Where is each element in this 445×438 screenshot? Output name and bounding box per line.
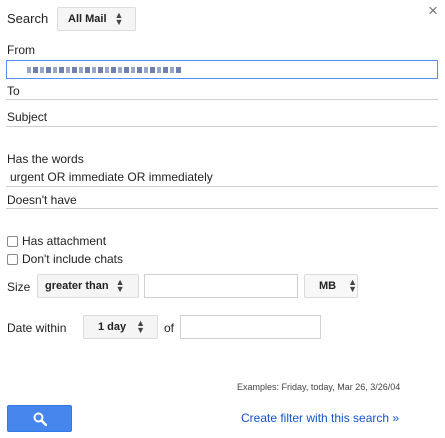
to-label: To [7,84,20,98]
has-attachment-label[interactable]: Has attachment [22,234,106,248]
search-scope-select[interactable]: All Mail ▲ ▼ [57,7,136,31]
size-operator-select[interactable]: greater than ▲ ▼ [37,274,139,298]
subject-input[interactable] [6,126,438,127]
search-label: Search [7,11,49,26]
from-input[interactable] [6,60,438,79]
size-unit-select[interactable]: MB ▲ ▼ [304,274,358,298]
date-within-value: 1 day [98,321,127,333]
from-label: From [7,43,35,57]
search-scope-value: All Mail [68,13,107,25]
create-filter-link[interactable]: Create filter with this search » [241,411,399,425]
subject-label: Subject [7,110,48,124]
updown-arrows-icon: ▲ ▼ [136,318,146,335]
has-words-value: urgent OR immediate OR immediately [10,170,213,184]
dont-include-chats-label[interactable]: Don't include chats [22,252,123,266]
has-words-input[interactable]: urgent OR immediate OR immediately [6,167,438,187]
redacted-email-value [27,67,182,73]
of-label: of [164,321,175,335]
date-examples-hint: Examples: Friday, today, Mar 26, 3/26/04 [237,382,401,392]
size-operator-value: greater than [45,280,109,292]
date-of-input[interactable] [180,315,321,339]
dont-include-chats-checkbox[interactable] [7,254,18,265]
doesnt-have-label: Doesn't have [7,193,77,207]
has-words-label: Has the words [7,152,84,166]
search-icon [33,412,47,426]
close-icon[interactable]: × [428,1,438,21]
date-within-select[interactable]: 1 day ▲ ▼ [83,315,158,339]
has-attachment-checkbox[interactable] [7,236,18,247]
date-within-label: Date within [7,321,67,335]
size-unit-value: MB [319,280,337,292]
size-value-input[interactable] [144,274,298,298]
updown-arrows-icon: ▲ ▼ [348,277,358,294]
doesnt-have-input[interactable] [6,208,438,209]
search-button[interactable] [7,405,72,432]
updown-arrows-icon: ▲ ▼ [114,10,124,27]
to-input[interactable] [6,99,438,100]
size-label: Size [7,280,31,294]
updown-arrows-icon: ▲ ▼ [115,277,125,294]
